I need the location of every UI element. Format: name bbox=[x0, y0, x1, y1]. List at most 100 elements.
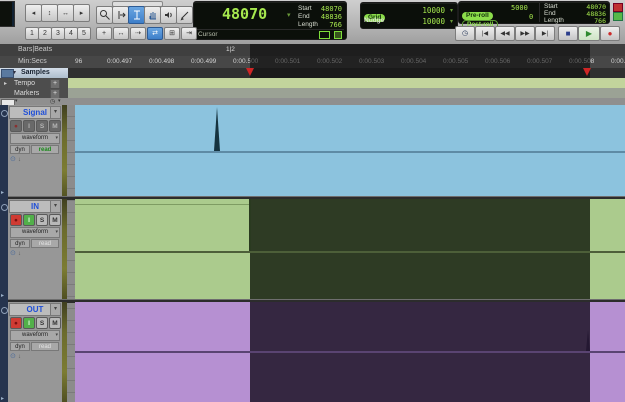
nudge-value[interactable]: 10000 bbox=[422, 17, 445, 26]
link-selection-button[interactable]: ⇄ bbox=[147, 27, 163, 40]
tempo-ruler[interactable]: ▸ Tempo + bbox=[0, 78, 625, 88]
track-expand-icon[interactable]: ▸ bbox=[1, 396, 4, 402]
dyn-button[interactable]: dyn bbox=[10, 342, 30, 351]
postroll-value[interactable]: 0 bbox=[529, 13, 533, 21]
timebase-dropdown-icon[interactable]: ▾ bbox=[58, 98, 61, 104]
object-icon[interactable]: ⊙ bbox=[10, 156, 16, 163]
input-monitor-button[interactable]: I bbox=[23, 120, 35, 132]
zoom-preset-5[interactable]: 5 bbox=[77, 27, 91, 40]
object-icon[interactable]: ⊙ bbox=[10, 250, 16, 257]
down-arrow-icon[interactable]: ↓ bbox=[18, 354, 21, 360]
in-lower-lane[interactable] bbox=[75, 253, 625, 299]
fast-forward-button[interactable]: ▶▶ bbox=[515, 26, 535, 41]
track-expand-icon[interactable]: ▸ bbox=[1, 293, 4, 299]
record-button[interactable]: ● bbox=[600, 26, 620, 41]
solo-button[interactable]: S bbox=[36, 317, 48, 329]
play-button[interactable]: ▶ bbox=[578, 26, 600, 41]
selection-end-marker[interactable] bbox=[583, 68, 591, 76]
cursor-grid-icon[interactable] bbox=[319, 31, 330, 39]
out-waveform-lane[interactable] bbox=[75, 302, 625, 351]
zoom-preset-1[interactable]: 1 bbox=[25, 27, 39, 40]
track-name-in[interactable]: IN▾ bbox=[9, 200, 61, 213]
down-arrow-icon[interactable]: ↓ bbox=[18, 251, 21, 257]
tsel-length-value[interactable]: 766 bbox=[594, 17, 606, 25]
mute-button[interactable]: M bbox=[49, 317, 61, 329]
insertion-follows-button[interactable]: ⇢ bbox=[130, 27, 146, 40]
track-object-dot[interactable] bbox=[1, 204, 8, 211]
sel-start-value[interactable]: 48070 bbox=[321, 5, 342, 13]
midi-zoom-button[interactable]: ↔ bbox=[57, 4, 74, 22]
zoom-preset-3[interactable]: 3 bbox=[51, 27, 65, 40]
tab-transient-button[interactable]: + bbox=[96, 27, 112, 40]
solo-button[interactable]: S bbox=[36, 120, 48, 132]
metronome-record-button[interactable] bbox=[613, 3, 623, 12]
sel-length-value[interactable]: 766 bbox=[329, 21, 342, 29]
signal-lower-lane[interactable] bbox=[75, 153, 625, 196]
return-to-zero-button[interactable]: |◀ bbox=[475, 26, 495, 41]
scrubber-tool-button[interactable] bbox=[160, 6, 177, 24]
track-name-out[interactable]: OUT▾ bbox=[9, 303, 61, 316]
online-button[interactable]: ◷ bbox=[455, 26, 475, 41]
signal-waveform-lane[interactable] bbox=[75, 105, 625, 151]
playlist-dropdown-icon[interactable]: ▾ bbox=[50, 201, 60, 212]
grabber-tool-button[interactable] bbox=[144, 6, 161, 24]
zoom-preset-2[interactable]: 2 bbox=[38, 27, 52, 40]
nudge-dropdown-icon[interactable]: ▾ bbox=[450, 18, 453, 25]
stop-button[interactable]: ■ bbox=[558, 26, 578, 41]
insert-marker-button[interactable]: ⇥ bbox=[181, 27, 197, 40]
track-object-dot[interactable] bbox=[1, 110, 8, 117]
mirror-midi-button[interactable]: ⊞ bbox=[164, 27, 180, 40]
samples-dropdown-icon[interactable]: ▾ bbox=[13, 69, 16, 76]
audio-zoom-button[interactable]: ↕ bbox=[41, 4, 58, 22]
automation-mode-button[interactable]: read bbox=[31, 145, 59, 154]
trim-tool-button[interactable] bbox=[112, 6, 129, 24]
zoom-preset-4[interactable]: 4 bbox=[64, 27, 78, 40]
mute-button[interactable]: M bbox=[49, 214, 61, 226]
zoomer-tool-button[interactable] bbox=[96, 6, 113, 24]
track-object-dot[interactable] bbox=[1, 307, 8, 314]
tempo-expand-icon[interactable]: ▸ bbox=[4, 80, 7, 87]
record-arm-button[interactable]: ● bbox=[10, 120, 22, 132]
track-view-selector[interactable]: waveform▾ bbox=[10, 133, 60, 144]
view-dropdown-icon[interactable]: ▾ bbox=[15, 98, 18, 104]
metronome-play-button[interactable] bbox=[613, 12, 623, 21]
selector-tool-button[interactable] bbox=[128, 6, 145, 24]
track-view-selector[interactable]: waveform▾ bbox=[10, 227, 60, 238]
track-name-signal[interactable]: Signal▾ bbox=[9, 106, 61, 119]
link-timeline-button[interactable]: ↔ bbox=[113, 27, 129, 40]
timebase-clock-icon[interactable]: ◷ bbox=[50, 98, 55, 105]
zoom-in-button[interactable]: ▸ bbox=[73, 4, 90, 22]
down-arrow-icon[interactable]: ↓ bbox=[18, 157, 21, 163]
track-expand-icon[interactable]: ▸ bbox=[1, 190, 4, 196]
playlist-dropdown-icon[interactable]: ▾ bbox=[50, 107, 60, 118]
markers-ruler[interactable]: Markers + bbox=[0, 88, 625, 98]
sel-end-value[interactable]: 48836 bbox=[321, 13, 342, 21]
input-monitor-button[interactable]: I bbox=[23, 214, 35, 226]
out-lower-lane[interactable] bbox=[75, 353, 625, 402]
rewind-button[interactable]: ◀◀ bbox=[495, 26, 515, 41]
input-monitor-button[interactable]: I bbox=[23, 317, 35, 329]
playlist-dropdown-icon[interactable]: ▾ bbox=[50, 304, 60, 315]
track-header-out[interactable]: OUT▾ ● I S M waveform▾ dyn read ⊙ ↓ bbox=[8, 302, 63, 402]
dyn-button[interactable]: dyn bbox=[10, 239, 30, 248]
selection-start-marker[interactable] bbox=[246, 68, 254, 76]
dyn-button[interactable]: dyn bbox=[10, 145, 30, 154]
go-to-end-button[interactable]: ▶| bbox=[535, 26, 555, 41]
record-arm-button[interactable]: ● bbox=[10, 214, 22, 226]
record-arm-button[interactable]: ● bbox=[10, 317, 22, 329]
in-waveform-lane[interactable] bbox=[75, 199, 625, 251]
object-icon[interactable]: ⊙ bbox=[10, 353, 16, 360]
mute-button[interactable]: M bbox=[49, 120, 61, 132]
zoom-out-button[interactable]: ◂ bbox=[25, 4, 42, 22]
track-view-selector[interactable]: waveform▾ bbox=[10, 330, 60, 341]
track-header-in[interactable]: IN▾ ● I S M waveform▾ dyn read ⊙ ↓ bbox=[8, 199, 63, 299]
samples-ruler[interactable] bbox=[0, 68, 625, 78]
cursor-clip-icon[interactable] bbox=[334, 31, 342, 39]
automation-mode-button[interactable]: read bbox=[31, 239, 59, 248]
preroll-value[interactable]: 5000 bbox=[511, 4, 528, 12]
solo-button[interactable]: S bbox=[36, 214, 48, 226]
grid-dropdown-icon[interactable]: ▾ bbox=[450, 7, 453, 14]
grid-value[interactable]: 10000 bbox=[422, 6, 445, 15]
main-counter-dropdown-icon[interactable]: ▾ bbox=[287, 11, 291, 19]
track-header-signal[interactable]: Signal▾ ● I S M waveform▾ dyn read ⊙ ↓ bbox=[8, 105, 63, 199]
